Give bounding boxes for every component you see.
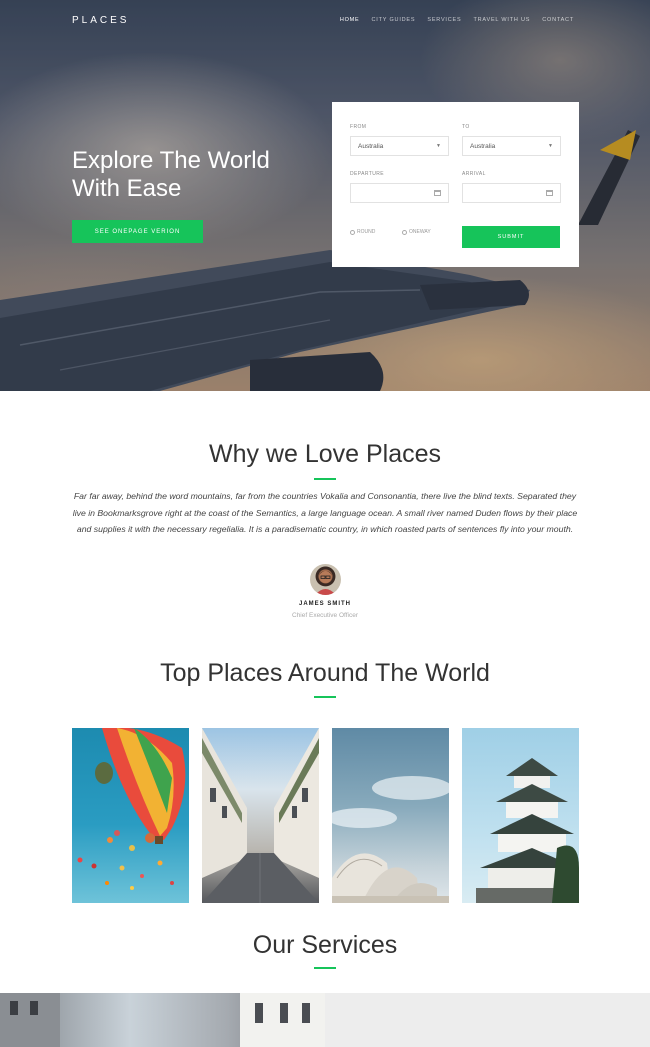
from-select-value: Australia bbox=[358, 142, 384, 150]
place-photo-hot-air-balloons[interactable] bbox=[72, 728, 189, 903]
title-underline bbox=[314, 967, 336, 969]
from-select[interactable]: Australia ▼ bbox=[350, 136, 449, 156]
nav-contact-link[interactable]: CONTACT bbox=[542, 17, 574, 23]
why-section-title: Why we Love Places bbox=[208, 440, 442, 468]
nav-services-link[interactable]: SERVICES bbox=[427, 17, 461, 23]
hero-title: Explore The World With Ease bbox=[72, 147, 270, 202]
radio-oneway[interactable]: ONEWAY bbox=[402, 229, 431, 235]
place-photo-street[interactable] bbox=[202, 728, 319, 903]
to-label: TO bbox=[462, 124, 470, 130]
radio-round[interactable]: ROUND bbox=[350, 229, 375, 235]
radio-circle-icon bbox=[402, 229, 407, 235]
place-photo-japanese-castle[interactable] bbox=[462, 728, 579, 903]
nav-home-link[interactable]: HOME bbox=[340, 17, 360, 23]
chevron-down-icon: ▼ bbox=[548, 143, 553, 149]
main-menu: HOME CITY GUIDES SERVICES TRAVEL WITH US… bbox=[340, 17, 574, 23]
to-select[interactable]: Australia ▼ bbox=[462, 136, 561, 156]
title-underline bbox=[314, 478, 336, 480]
author-role: Chief Executive Officer bbox=[292, 612, 358, 619]
services-panel bbox=[325, 993, 650, 1047]
see-onepage-button[interactable]: SEE ONEPAGE VERION bbox=[72, 220, 203, 243]
chevron-down-icon: ▼ bbox=[436, 143, 441, 149]
to-select-value: Australia bbox=[470, 142, 496, 150]
departure-label: DEPARTURE bbox=[350, 171, 384, 177]
services-section-title: Our Services bbox=[252, 931, 398, 959]
submit-button[interactable]: SUBMIT bbox=[462, 226, 560, 248]
calendar-icon bbox=[546, 190, 553, 196]
from-label: FROM bbox=[350, 124, 367, 130]
places-section-title: Top Places Around The World bbox=[160, 659, 490, 687]
avatar bbox=[310, 564, 341, 595]
title-underline bbox=[314, 696, 336, 698]
testimonial-quote: Far far away, behind the word mountains,… bbox=[72, 491, 578, 535]
nav-city-guides-link[interactable]: CITY GUIDES bbox=[372, 17, 416, 23]
booking-form: FROM Australia ▼ TO Australia ▼ DEPARTUR… bbox=[332, 102, 579, 267]
departure-date-field[interactable] bbox=[350, 183, 449, 203]
arrival-date-field[interactable] bbox=[462, 183, 561, 203]
services-image bbox=[0, 993, 325, 1047]
calendar-icon bbox=[434, 190, 441, 196]
place-photo-opera-house[interactable] bbox=[332, 728, 449, 903]
hero-section: PLACES HOME CITY GUIDES SERVICES TRAVEL … bbox=[0, 0, 650, 391]
arrival-label: ARRIVAL bbox=[462, 171, 486, 177]
author-name: JAMES SMITH bbox=[298, 601, 351, 607]
nav-travel-with-us-link[interactable]: TRAVEL WITH US bbox=[473, 17, 530, 23]
radio-circle-icon bbox=[350, 229, 355, 235]
site-logo[interactable]: PLACES bbox=[72, 15, 129, 26]
top-navigation: PLACES HOME CITY GUIDES SERVICES TRAVEL … bbox=[0, 0, 650, 42]
